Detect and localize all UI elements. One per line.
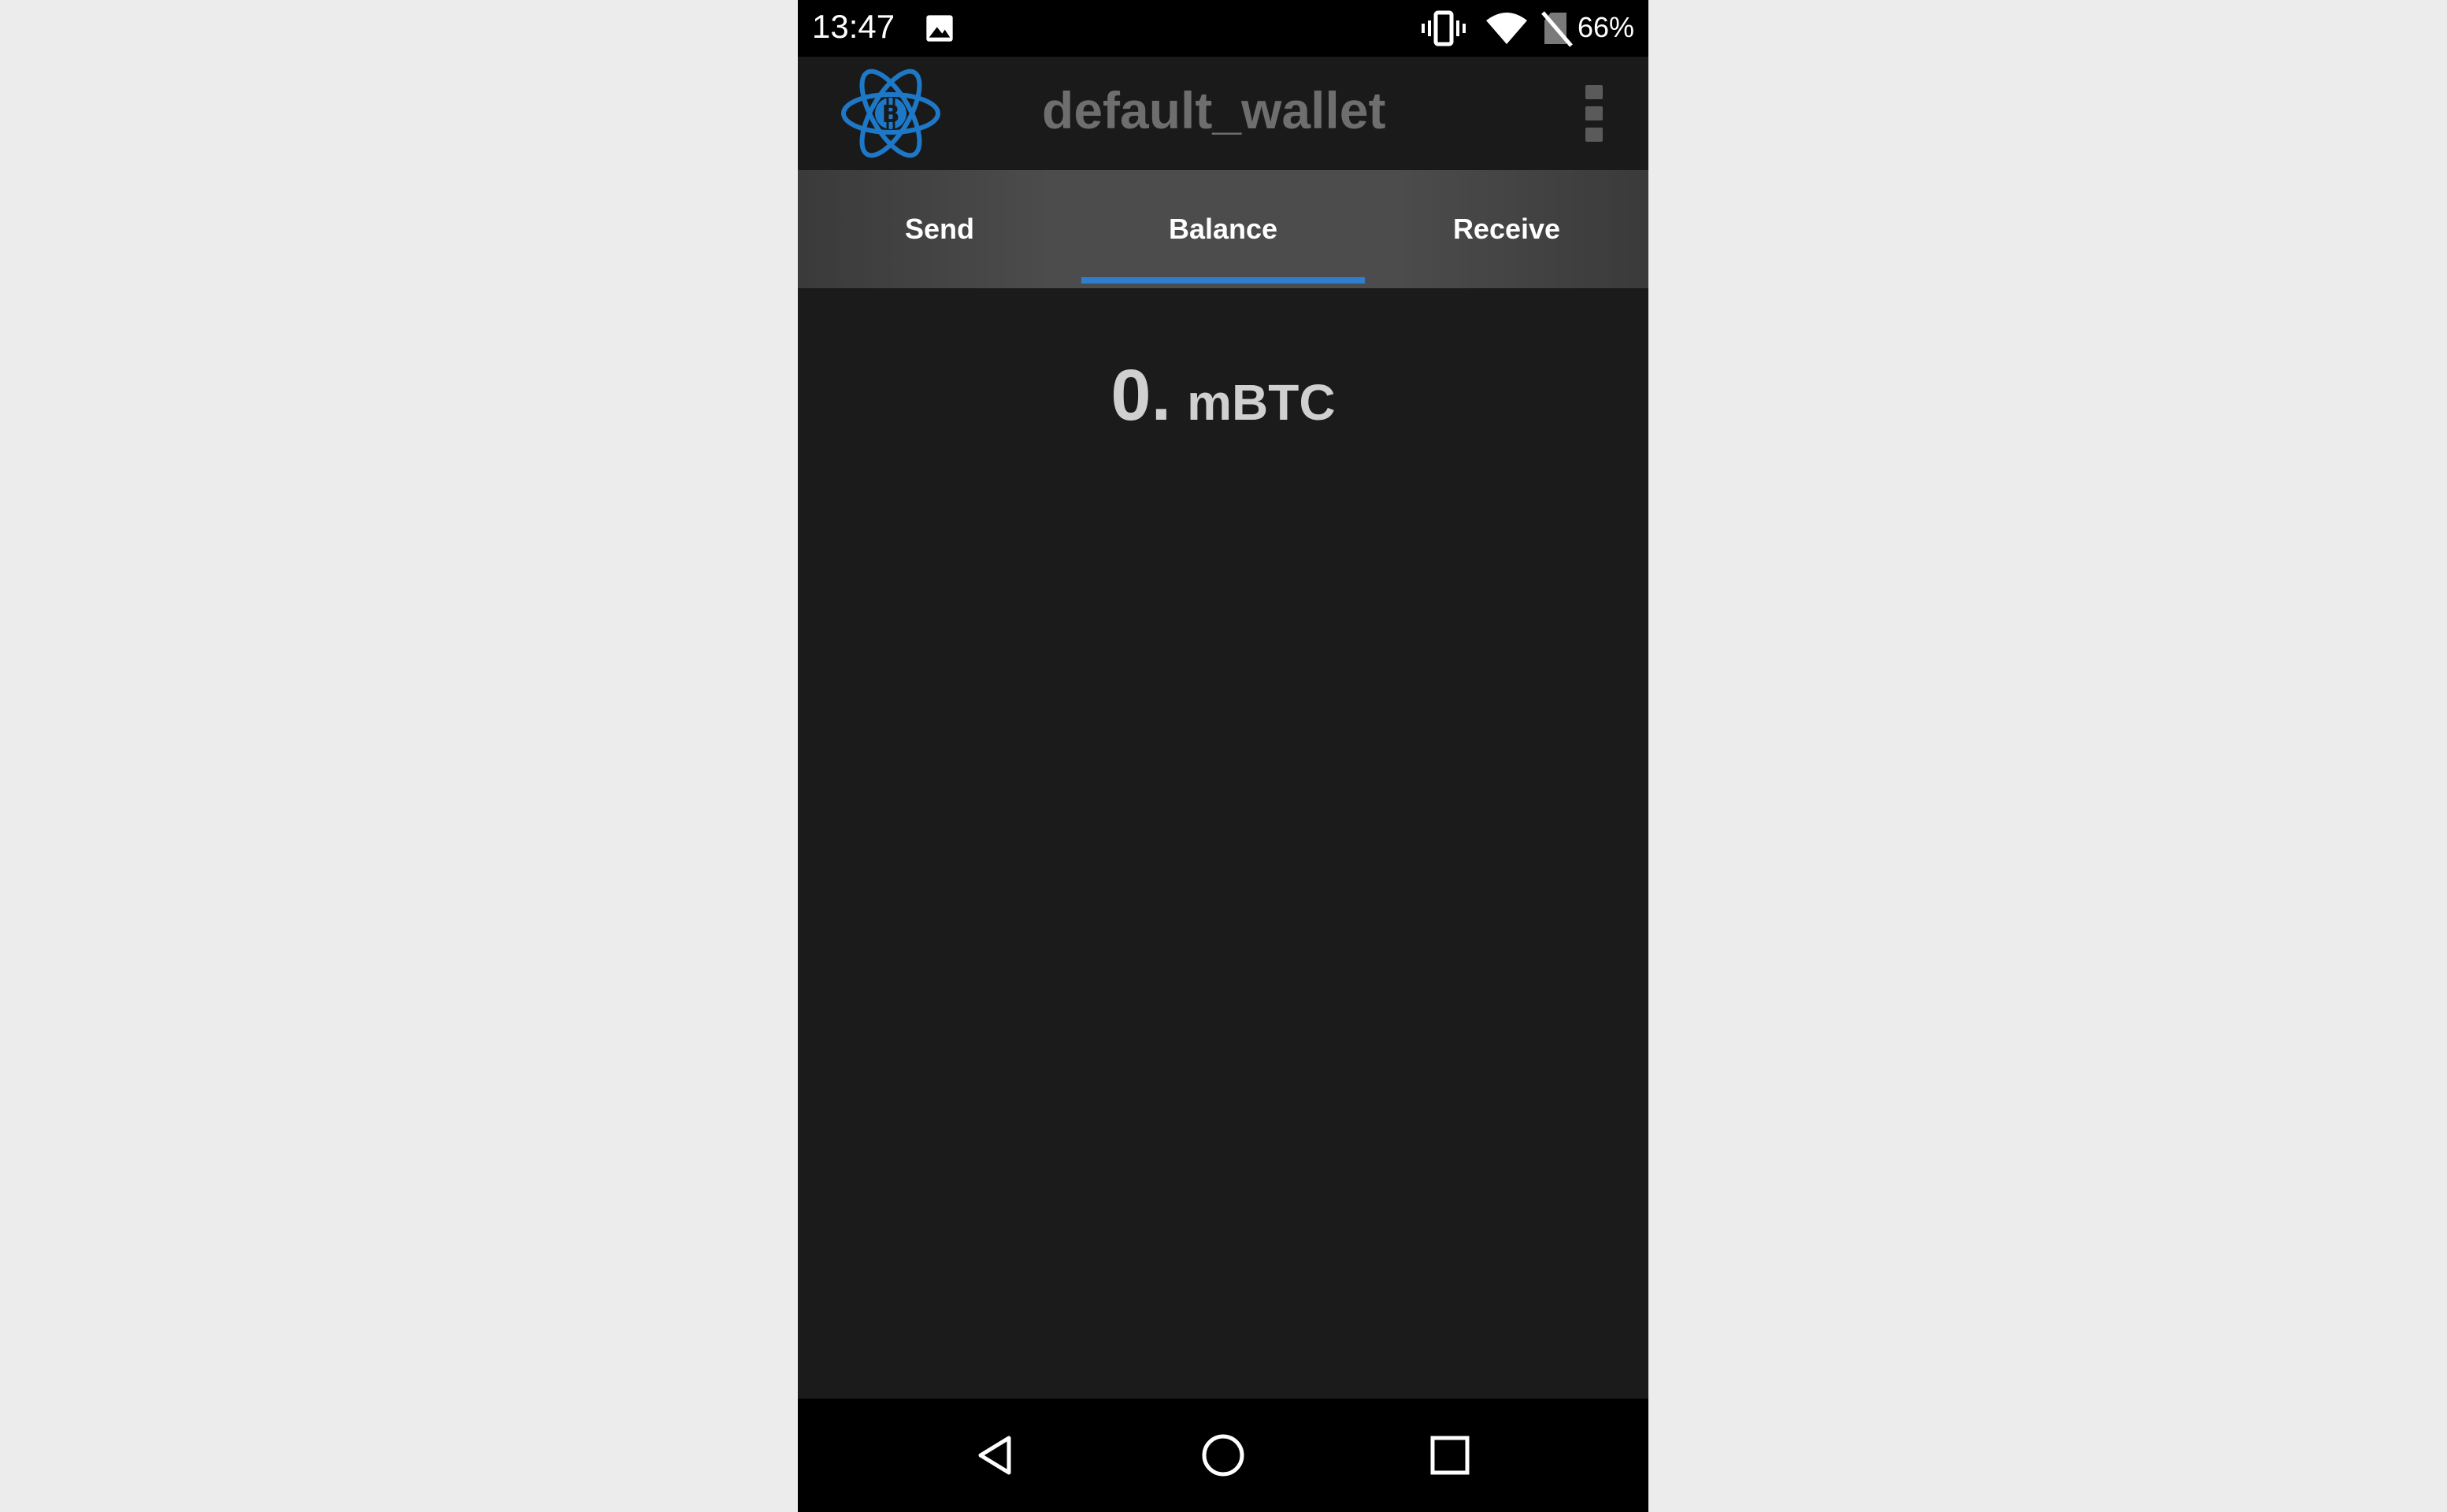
overflow-menu-icon[interactable]: [1585, 85, 1604, 142]
tab-receive[interactable]: Receive: [1365, 170, 1648, 288]
vibrate-icon: [1422, 10, 1466, 46]
nav-bar: [798, 1399, 1648, 1512]
menu-dot: [1585, 85, 1603, 99]
phone-screen: 13:47 66% B default_wallet Send Balance …: [798, 0, 1648, 1512]
tab-balance[interactable]: Balance: [1081, 170, 1365, 288]
status-bar: 13:47 66%: [798, 0, 1648, 57]
image-icon: [926, 15, 953, 42]
svg-text:B: B: [882, 101, 900, 128]
tab-bar: Send Balance Receive: [798, 170, 1648, 288]
electrum-logo-icon: B: [841, 69, 940, 158]
back-icon[interactable]: [968, 1427, 1025, 1484]
tab-label: Send: [904, 213, 974, 245]
status-time: 13:47: [812, 8, 895, 45]
battery-level: 66%: [1578, 11, 1635, 43]
balance-display: 0. mBTC: [798, 354, 1648, 437]
balance-amount: 0.: [1110, 355, 1172, 435]
no-sim-icon: [1541, 11, 1573, 47]
tab-selected-indicator: [1081, 277, 1365, 284]
tab-label: Balance: [1168, 213, 1278, 245]
home-icon[interactable]: [1195, 1427, 1251, 1484]
balance-unit: mBTC: [1187, 374, 1336, 431]
tab-label: Receive: [1452, 213, 1561, 245]
app-bar: B default_wallet: [798, 57, 1648, 170]
recents-icon[interactable]: [1422, 1427, 1478, 1484]
wifi-icon: [1486, 13, 1527, 44]
menu-dot: [1585, 106, 1603, 120]
menu-dot: [1585, 128, 1603, 142]
wallet-title: default_wallet: [1042, 81, 1386, 139]
tab-send[interactable]: Send: [798, 170, 1081, 288]
